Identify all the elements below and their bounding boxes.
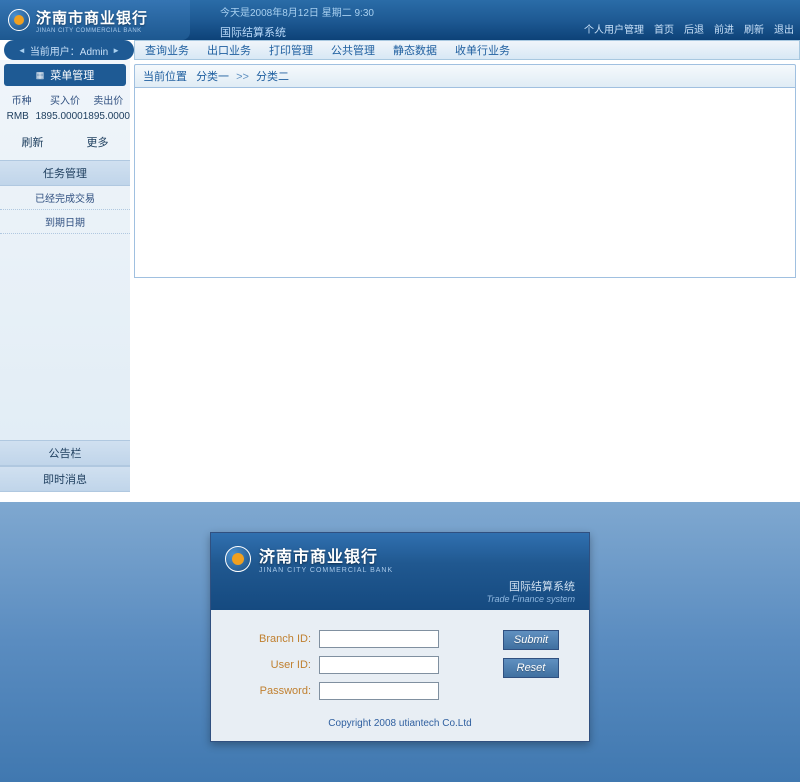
sidebar-completed-tx[interactable]: 已经完成交易 — [0, 186, 130, 210]
user-id-input[interactable] — [319, 656, 439, 674]
rate-sell: 1895.0000 — [83, 109, 130, 124]
breadcrumb-location: 当前位置 — [143, 71, 187, 83]
sidebar-spacer — [0, 234, 130, 440]
user-id-label: User ID: — [231, 659, 311, 671]
login-background: 济南市商业银行 JINAN CITY COMMERCIAL BANK 国际结算系… — [0, 502, 800, 782]
nav-user-mgmt[interactable]: 个人用户管理 — [584, 21, 644, 36]
rate-buy: 1895.0000 — [35, 109, 82, 124]
sidebar: 菜单管理 币种 买入价 卖出价 RMB 1895.0000 1895.0000 … — [0, 60, 130, 492]
sidebar-due-date[interactable]: 到期日期 — [0, 210, 130, 234]
login-bank-name: 济南市商业银行 — [259, 543, 393, 567]
login-panel: 济南市商业银行 JINAN CITY COMMERCIAL BANK 国际结算系… — [210, 532, 590, 742]
rate-hdr-sell: 卖出价 — [87, 90, 130, 109]
rate-table: 币种 买入价 卖出价 RMB 1895.0000 1895.0000 — [0, 90, 130, 124]
submit-button[interactable]: Submit — [503, 630, 559, 650]
login-system-name-cn: 国际结算系统 — [225, 578, 575, 594]
bank-logo-icon — [8, 9, 30, 31]
branch-id-label: Branch ID: — [231, 633, 311, 645]
content-body — [134, 88, 796, 278]
rate-hdr-buy: 买入价 — [43, 90, 86, 109]
current-user-label: 当前用户：Admin — [30, 43, 108, 58]
menu-receive[interactable]: 收单行业务 — [455, 42, 510, 58]
menu-print[interactable]: 打印管理 — [269, 42, 313, 58]
menu-query[interactable]: 查询业务 — [145, 42, 189, 58]
menu-export[interactable]: 出口业务 — [207, 42, 251, 58]
reset-button[interactable]: Reset — [503, 658, 559, 678]
app-header: 济南市商业银行 JINAN CITY COMMERCIAL BANK 今天是20… — [0, 0, 800, 40]
top-nav: 个人用户管理 首页 后退 前进 刷新 退出 — [584, 21, 794, 36]
branch-id-input[interactable] — [319, 630, 439, 648]
sidebar-task-mgmt[interactable]: 任务管理 — [0, 160, 130, 186]
login-bank-logo-icon — [225, 546, 251, 572]
rate-hdr-ccy: 币种 — [0, 90, 43, 109]
rate-ccy: RMB — [0, 109, 35, 124]
rate-refresh-link[interactable]: 刷新 — [22, 134, 44, 150]
system-name: 国际结算系统 — [220, 24, 286, 40]
login-header: 济南市商业银行 JINAN CITY COMMERCIAL BANK 国际结算系… — [211, 533, 589, 610]
sidebar-notice[interactable]: 公告栏 — [0, 440, 130, 466]
header-right: 今天是2008年8月12日 星期二 9:30 国际结算系统 个人用户管理 首页 … — [190, 0, 800, 40]
breadcrumb: 当前位置 分类一 >> 分类二 — [134, 64, 796, 88]
breadcrumb-cat2[interactable]: 分类二 — [256, 71, 289, 83]
main-menu: 查询业务 出口业务 打印管理 公共管理 静态数据 收单行业务 — [134, 40, 800, 60]
copyright-text: Copyright 2008 utiantech Co.Ltd — [231, 708, 569, 733]
menu-static[interactable]: 静态数据 — [393, 42, 437, 58]
password-label: Password: — [231, 685, 311, 697]
bank-name: 济南市商业银行 — [36, 7, 148, 28]
login-bank-name-en: JINAN CITY COMMERCIAL BANK — [259, 567, 393, 574]
user-menu-bar: 当前用户：Admin 查询业务 出口业务 打印管理 公共管理 静态数据 收单行业… — [0, 40, 800, 60]
breadcrumb-cat1[interactable]: 分类一 — [196, 71, 229, 83]
nav-back[interactable]: 后退 — [684, 21, 704, 36]
login-form: Branch ID: User ID: Password: Submit Res… — [211, 610, 589, 741]
main-area: 菜单管理 币种 买入价 卖出价 RMB 1895.0000 1895.0000 … — [0, 60, 800, 492]
rate-actions: 刷新 更多 — [0, 124, 130, 160]
nav-forward[interactable]: 前进 — [714, 21, 734, 36]
menu-public[interactable]: 公共管理 — [331, 42, 375, 58]
login-system-name-en: Trade Finance system — [225, 594, 575, 604]
password-input[interactable] — [319, 682, 439, 700]
menu-management-button[interactable]: 菜单管理 — [4, 64, 126, 86]
nav-home[interactable]: 首页 — [654, 21, 674, 36]
chevron-right-icon: >> — [236, 71, 249, 83]
current-user-badge[interactable]: 当前用户：Admin — [4, 40, 134, 60]
nav-refresh[interactable]: 刷新 — [744, 21, 764, 36]
bank-name-en: JINAN CITY COMMERCIAL BANK — [36, 28, 148, 34]
rate-more-link[interactable]: 更多 — [87, 134, 109, 150]
nav-exit[interactable]: 退出 — [774, 21, 794, 36]
logo-area: 济南市商业银行 JINAN CITY COMMERCIAL BANK — [0, 0, 190, 40]
content-area: 当前位置 分类一 >> 分类二 — [130, 60, 800, 492]
sidebar-instant-msg[interactable]: 即时消息 — [0, 466, 130, 492]
date-line: 今天是2008年8月12日 星期二 9:30 — [220, 4, 374, 19]
